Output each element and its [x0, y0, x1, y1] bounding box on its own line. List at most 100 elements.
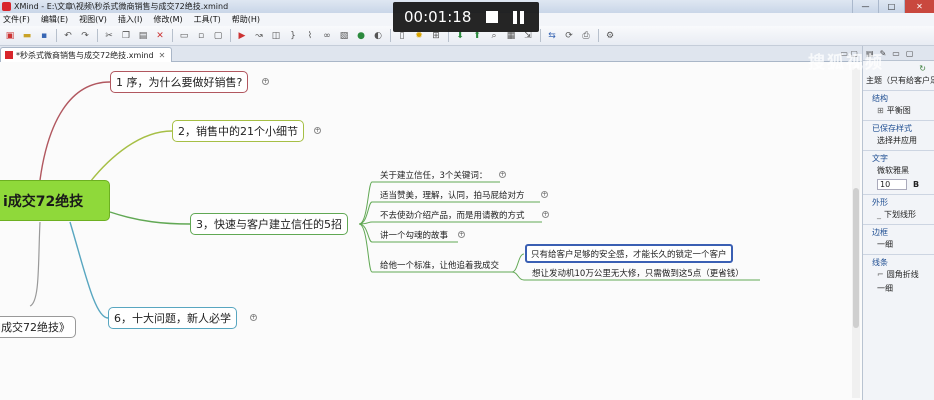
close-button[interactable]: ✕	[904, 0, 934, 13]
editor-tab-bar: *秒杀式微商销售与成交72绝技.xmind ✕ ▭ ▢	[0, 46, 862, 62]
undo-icon[interactable]: ↶	[62, 30, 74, 42]
print-icon[interactable]: ⎙	[580, 30, 592, 42]
subtopic-4[interactable]: 讲一个勾魂的故事	[378, 228, 450, 242]
marker-icon[interactable]: ●	[355, 30, 367, 42]
editor-tab[interactable]: *秒杀式微商销售与成交72绝技.xmind ✕	[0, 47, 172, 62]
font-family-value: 微软雅黑	[877, 165, 909, 175]
menu-file[interactable]: 文件(F)	[3, 14, 30, 25]
expand-topic-6-icon[interactable]: +	[250, 314, 257, 321]
expand-subtopic-1-icon[interactable]: +	[499, 171, 506, 178]
hyperlink-icon[interactable]: ∞	[321, 30, 333, 42]
sync-icon[interactable]: ⟳	[563, 30, 575, 42]
toolbar-separator	[172, 29, 173, 42]
image-icon[interactable]: ▧	[338, 30, 350, 42]
branch-line-topic3	[109, 211, 191, 225]
section-saved-styles: 已保存样式 选择并应用	[863, 120, 934, 147]
paste-icon[interactable]: ▤	[137, 30, 149, 42]
topic-icon[interactable]: ▭	[178, 30, 190, 42]
open-folder-icon[interactable]: ▬	[21, 30, 33, 42]
menu-tools[interactable]: 工具(T)	[194, 14, 221, 25]
stop-recording-button[interactable]	[486, 11, 498, 23]
scrollbar-thumb[interactable]	[853, 188, 859, 328]
leaf-2[interactable]: 想让发动机10万公里无大修，只需做到这5点（更省钱）	[530, 266, 746, 280]
topic-6[interactable]: 6，十大问题，新人必学	[108, 307, 237, 329]
pause-recording-button[interactable]	[513, 10, 527, 24]
tab-close-icon[interactable]: ✕	[159, 51, 166, 60]
topic-1[interactable]: 1 序，为什么要做好销售?	[110, 71, 249, 93]
save-icon[interactable]: ▪	[38, 30, 50, 42]
expand-topic-1-icon[interactable]: +	[262, 78, 269, 85]
section-head: 已保存样式	[863, 120, 934, 133]
font-family-select[interactable]: 微软雅黑	[863, 163, 934, 177]
line-shape-value: 圆角折线	[886, 269, 919, 279]
section-head: 边框	[863, 224, 934, 237]
expand-topic-2-icon[interactable]: +	[314, 127, 321, 134]
subtopic-5[interactable]: 给他一个标准，让他追着我成交	[378, 258, 501, 272]
topic-3[interactable]: 3，快速与客户建立信任的5招	[190, 213, 348, 235]
menu-edit[interactable]: 编辑(E)	[41, 14, 68, 25]
border-width-select[interactable]: 一细	[863, 237, 934, 251]
expand-subtopic-2-icon[interactable]: +	[541, 191, 548, 198]
summary-icon[interactable]: }	[287, 30, 299, 42]
panel-minimize-icon[interactable]: ▭	[892, 49, 900, 58]
section-head: 结构	[863, 90, 934, 103]
toolbar-separator	[97, 29, 98, 42]
maximize-button[interactable]: □	[878, 0, 904, 13]
panel-refresh-icon[interactable]: ↻	[919, 64, 926, 73]
new-map-icon[interactable]: ▣	[4, 30, 16, 42]
apply-style-button[interactable]: 选择并应用	[863, 133, 934, 147]
label-icon[interactable]: ◐	[372, 30, 384, 42]
minimize-button[interactable]: —	[852, 0, 878, 13]
expand-subtopic-3-icon[interactable]: +	[542, 211, 549, 218]
subtopic-label: 关于建立信任，3个关键词：	[380, 171, 488, 181]
subtopic-label: 不去使劲介绍产品，而是用请教的方式	[380, 211, 525, 221]
menu-insert[interactable]: 插入(I)	[118, 14, 143, 25]
properties-panel: ▤ ✎ ▭ ▢ ↻ 主题（只有给客户足 结构 ⊞ 平衡图 已保存样式 选择并应用…	[862, 46, 934, 400]
topic-7[interactable]: i成交72绝技》	[0, 316, 77, 338]
recording-overlay: 00:01:18	[393, 2, 539, 32]
subtopic-3[interactable]: 不去使劲介绍产品，而是用请教的方式	[378, 208, 527, 222]
relationship-icon[interactable]: ↝	[253, 30, 265, 42]
toolbar-separator	[390, 29, 391, 42]
share-icon[interactable]: ⇆	[546, 30, 558, 42]
presentation-icon[interactable]: ▶	[236, 30, 248, 42]
toolbar-separator	[56, 29, 57, 42]
recording-timer: 00:01:18	[404, 8, 472, 26]
structure-value: 平衡图	[886, 105, 911, 115]
structure-select[interactable]: ⊞ 平衡图	[863, 103, 934, 117]
copy-icon[interactable]: ❐	[120, 30, 132, 42]
delete-icon[interactable]: ✕	[154, 30, 166, 42]
subtopic-1[interactable]: 关于建立信任，3个关键词：	[378, 168, 489, 182]
line-shape-select[interactable]: ⌐ 圆角折线	[863, 267, 934, 281]
menu-modify[interactable]: 修改(M)	[153, 14, 182, 25]
expand-subtopic-4-icon[interactable]: +	[458, 231, 465, 238]
subtopic-icon[interactable]: ▫	[195, 30, 207, 42]
attachment-icon[interactable]: ⌇	[304, 30, 316, 42]
mind-map-canvas[interactable]: i成交72绝技 1 序，为什么要做好销售? + 2，销售中的21个小细节 + 3…	[0, 62, 862, 400]
cut-icon[interactable]: ✂	[103, 30, 115, 42]
section-border: 边框 一细	[863, 224, 934, 251]
bold-button[interactable]: B	[913, 180, 919, 189]
subtopic-2[interactable]: 适当赞美，理解，认同，拍马屁给对方	[378, 188, 527, 202]
leaf-selected[interactable]: 只有给客户足够的安全感，才能长久的锁定一个客户	[525, 244, 733, 263]
leaf-label: 想让发动机10万公里无大修，只需做到这5点（更省钱）	[532, 269, 744, 279]
subtopic-label: 讲一个勾魂的故事	[380, 231, 449, 241]
section-text: 文字 微软雅黑 10 B	[863, 150, 934, 191]
boundary-icon[interactable]: ◫	[270, 30, 282, 42]
panel-maximize-icon[interactable]: ▢	[906, 49, 914, 58]
topic-2[interactable]: 2，销售中的21个小细节	[172, 120, 304, 142]
shape-select[interactable]: _ 下划线形	[863, 207, 934, 221]
settings-gear-icon[interactable]: ⚙	[604, 30, 616, 42]
central-topic[interactable]: i成交72绝技	[0, 180, 110, 221]
redo-icon[interactable]: ↷	[79, 30, 91, 42]
balance-map-icon: ⊞	[877, 105, 884, 115]
menu-help[interactable]: 帮助(H)	[232, 14, 260, 25]
section-head: 文字	[863, 150, 934, 163]
font-size-select[interactable]: 10	[877, 178, 907, 190]
topic-label: 6，十大问题，新人必学	[114, 312, 231, 325]
menu-view[interactable]: 视图(V)	[79, 14, 107, 25]
floating-topic-icon[interactable]: ▢	[212, 30, 224, 42]
canvas-vertical-scrollbar[interactable]	[852, 68, 860, 398]
underline-shape-icon: _	[877, 209, 881, 219]
line-width-select[interactable]: 一细	[863, 281, 934, 295]
